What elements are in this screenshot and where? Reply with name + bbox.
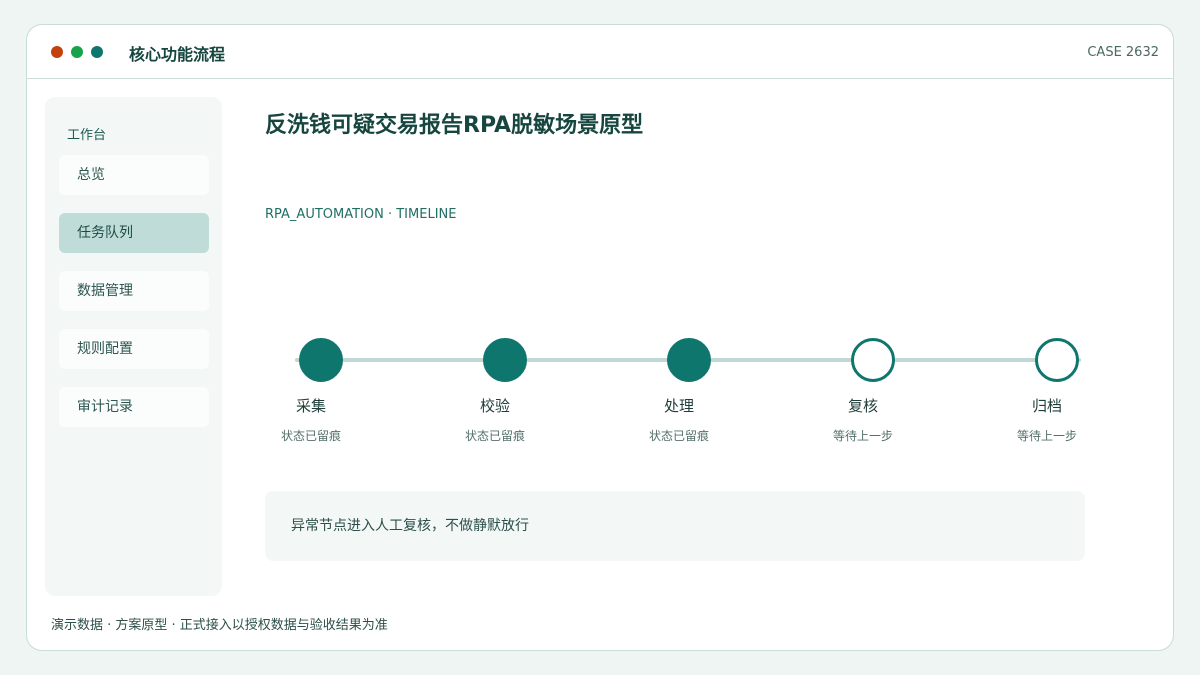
sidebar-item-data-management[interactable]: 数据管理 xyxy=(59,271,209,311)
timeline-node-process[interactable] xyxy=(667,338,711,382)
step-label-validate: 校验 xyxy=(479,397,510,415)
sidebar: 工作台 总览 任务队列 数据管理 规则配置 审计记录 xyxy=(45,97,222,596)
step-status-process: 状态已留痕 xyxy=(648,429,709,443)
sidebar-item-overview[interactable]: 总览 xyxy=(59,155,209,195)
timeline-node-archive[interactable] xyxy=(1035,338,1079,382)
step-label-collect: 采集 xyxy=(295,397,326,415)
minimize-dot[interactable] xyxy=(71,46,83,58)
page-title: 反洗钱可疑交易报告RPA脱敏场景原型 xyxy=(265,113,644,138)
timeline-node-collect[interactable] xyxy=(299,338,343,382)
page-subtitle: RPA_AUTOMATION · TIMELINE xyxy=(265,207,457,222)
title-bar: 核心功能流程 CASE 2632 xyxy=(27,25,1173,79)
step-label-process: 处理 xyxy=(663,397,694,415)
step-status-validate: 状态已留痕 xyxy=(464,429,525,443)
timeline-node-review[interactable] xyxy=(851,338,895,382)
app-title: 核心功能流程 xyxy=(129,45,226,64)
step-status-archive: 等待上一步 xyxy=(1016,429,1077,443)
maximize-dot[interactable] xyxy=(91,46,103,58)
notice-box: 异常节点进入人工复核，不做静默放行 xyxy=(265,491,1085,561)
timeline-node-validate[interactable] xyxy=(483,338,527,382)
step-label-review: 复核 xyxy=(847,397,878,415)
sidebar-item-task-queue[interactable]: 任务队列 xyxy=(59,213,209,253)
step-status-review: 等待上一步 xyxy=(832,429,893,443)
step-label-archive: 归档 xyxy=(1031,397,1062,415)
footer-note: 演示数据 · 方案原型 · 正式接入以授权数据与验收结果为准 xyxy=(51,618,388,633)
sidebar-heading: 工作台 xyxy=(67,128,107,143)
step-status-collect: 状态已留痕 xyxy=(280,429,341,443)
sidebar-item-rule-config[interactable]: 规则配置 xyxy=(59,329,209,369)
case-label: CASE 2632 xyxy=(1087,45,1159,60)
app-window: 核心功能流程 CASE 2632 工作台 总览 任务队列 数据管理 规则配置 审… xyxy=(26,24,1174,651)
sidebar-item-audit-log[interactable]: 审计记录 xyxy=(59,387,209,427)
close-dot[interactable] xyxy=(51,46,63,58)
